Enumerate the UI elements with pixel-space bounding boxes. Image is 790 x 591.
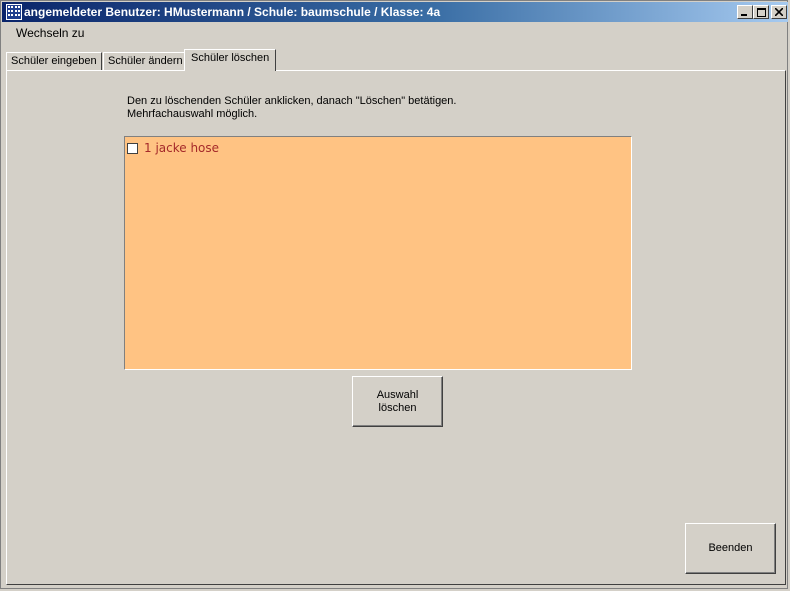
- tab-schueler-loeschen[interactable]: Schüler löschen: [184, 49, 277, 71]
- window-title: angemeldeter Benutzer: HMustermann / Sch…: [24, 5, 441, 19]
- instruction-text: Den zu löschenden Schüler anklicken, dan…: [127, 95, 456, 121]
- student-checklist[interactable]: 1 jacke hose: [124, 136, 632, 370]
- tab-schueler-eingeben[interactable]: Schüler eingeben: [6, 52, 102, 70]
- minimize-button[interactable]: [737, 5, 753, 19]
- delete-selection-button[interactable]: Auswahl löschen: [352, 376, 443, 427]
- tab-schueler-aendern[interactable]: Schüler ändern: [103, 52, 188, 70]
- tab-strip: Schüler eingeben Schüler ändern Schüler …: [6, 47, 786, 71]
- exit-button[interactable]: Beenden: [685, 523, 776, 574]
- list-item[interactable]: 1 jacke hose: [127, 141, 219, 155]
- instruction-line-1: Den zu löschenden Schüler anklicken, dan…: [127, 95, 457, 107]
- app-icon: [6, 4, 22, 20]
- student-label: 1 jacke hose: [144, 141, 220, 155]
- student-checkbox[interactable]: [127, 142, 138, 154]
- menu-bar: Wechseln zu: [2, 23, 788, 43]
- delete-button-line-2: löschen: [378, 401, 417, 414]
- tab-panel-schueler-loeschen: Den zu löschenden Schüler anklicken, dan…: [6, 70, 786, 585]
- main-window: angemeldeter Benutzer: HMustermann / Sch…: [0, 0, 788, 589]
- delete-button-line-1: Auswahl: [376, 388, 419, 401]
- close-icon: [775, 8, 783, 16]
- close-button[interactable]: [771, 5, 787, 19]
- instruction-line-2: Mehrfachauswahl möglich.: [127, 108, 258, 120]
- maximize-icon: [756, 7, 766, 17]
- menu-wechseln-zu[interactable]: Wechseln zu: [10, 26, 90, 40]
- minimize-icon: [741, 14, 747, 16]
- maximize-button[interactable]: [753, 5, 769, 19]
- title-bar[interactable]: angemeldeter Benutzer: HMustermann / Sch…: [2, 2, 788, 22]
